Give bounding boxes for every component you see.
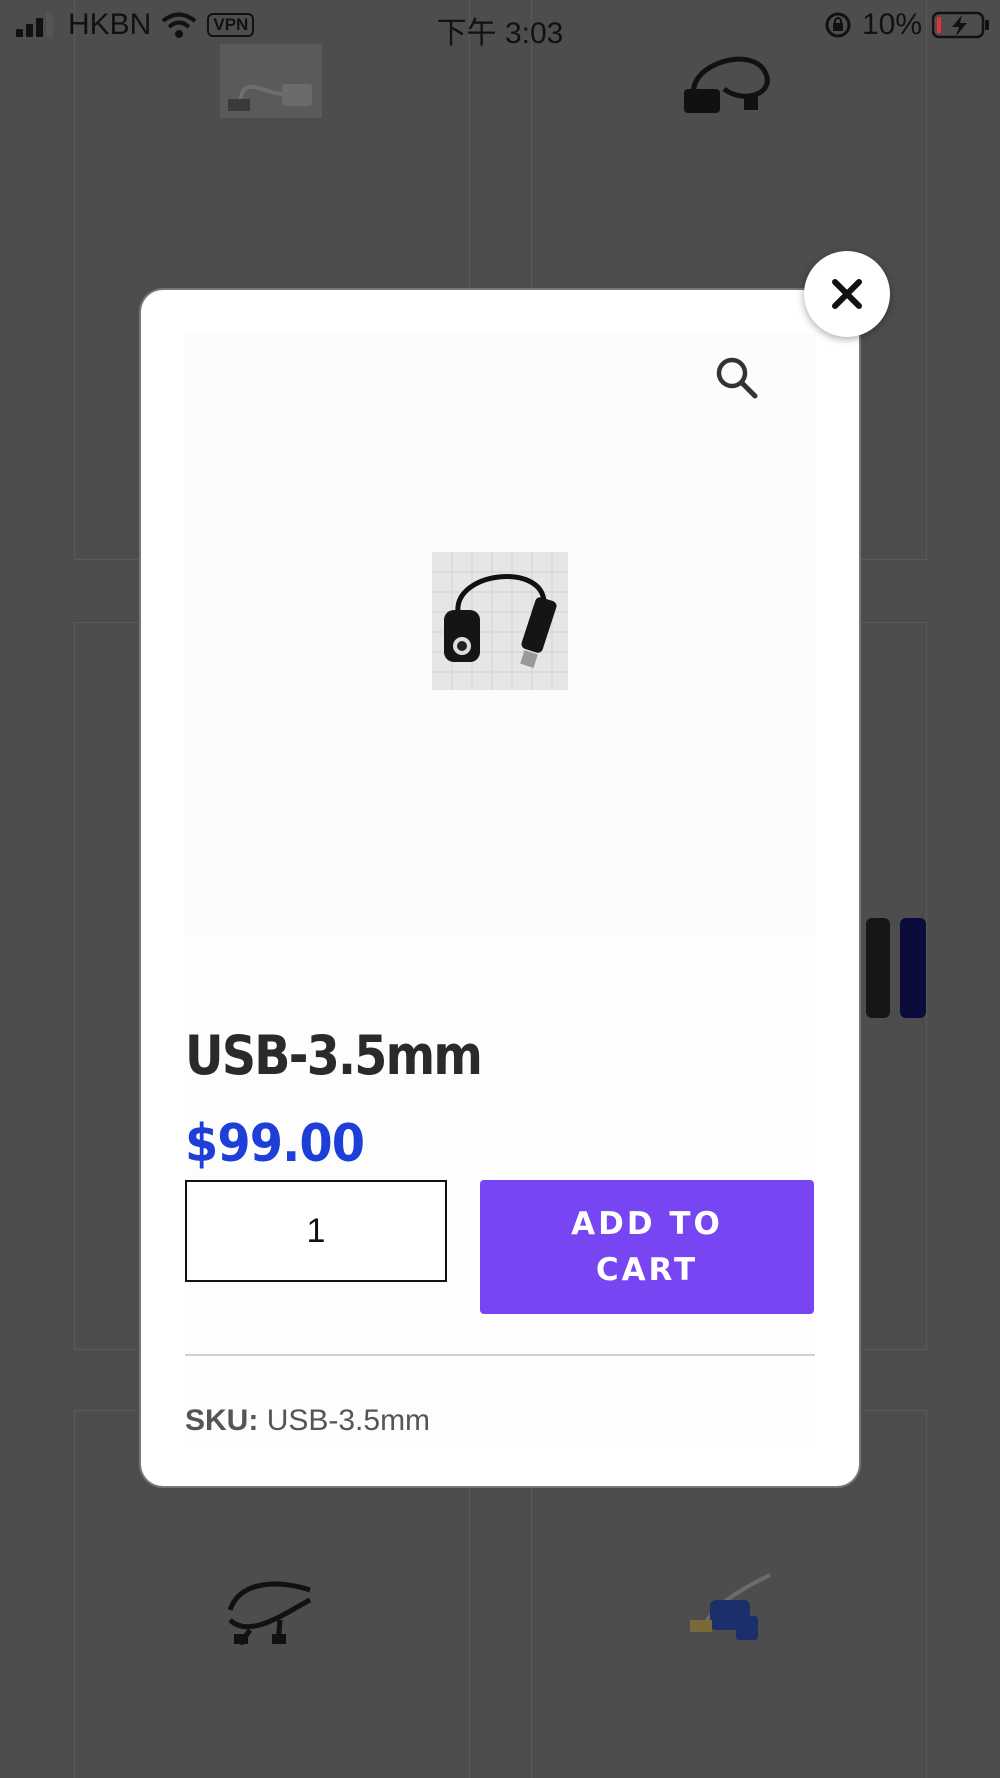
battery-charging-icon bbox=[932, 11, 989, 39]
background-product-thumbnail bbox=[227, 1581, 312, 1646]
modal-content: USB-3.5mm $99.00 ADD TO CART SKU: USB-3.… bbox=[185, 334, 815, 1442]
background-product-thumbnail bbox=[220, 44, 322, 118]
background-button bbox=[900, 918, 926, 1018]
close-button[interactable] bbox=[804, 251, 890, 337]
sku-label: SKU: bbox=[185, 1404, 259, 1437]
background-product-thumbnail bbox=[690, 1573, 771, 1640]
add-to-cart-button[interactable]: ADD TO CART bbox=[480, 1180, 814, 1314]
product-title: USB-3.5mm bbox=[185, 1024, 483, 1087]
background-button bbox=[866, 918, 890, 1018]
search-icon[interactable] bbox=[713, 354, 761, 402]
product-image-area bbox=[185, 334, 815, 934]
sku-value: USB-3.5mm bbox=[266, 1404, 431, 1437]
quick-view-modal: USB-3.5mm $99.00 ADD TO CART SKU: USB-3.… bbox=[141, 290, 859, 1486]
product-price: $99.00 bbox=[185, 1114, 365, 1174]
status-bar: HKBN VPN 下午 3:03 10% bbox=[0, 0, 1000, 50]
background-product-thumbnail bbox=[684, 56, 770, 113]
divider bbox=[185, 1354, 815, 1356]
battery-percentage: 10% bbox=[861, 8, 922, 41]
sku-line: SKU: USB-3.5mm bbox=[185, 1404, 430, 1438]
quantity-input[interactable] bbox=[185, 1180, 447, 1282]
product-image[interactable] bbox=[432, 552, 568, 690]
close-icon bbox=[832, 279, 862, 309]
rotation-lock-icon bbox=[825, 12, 851, 38]
